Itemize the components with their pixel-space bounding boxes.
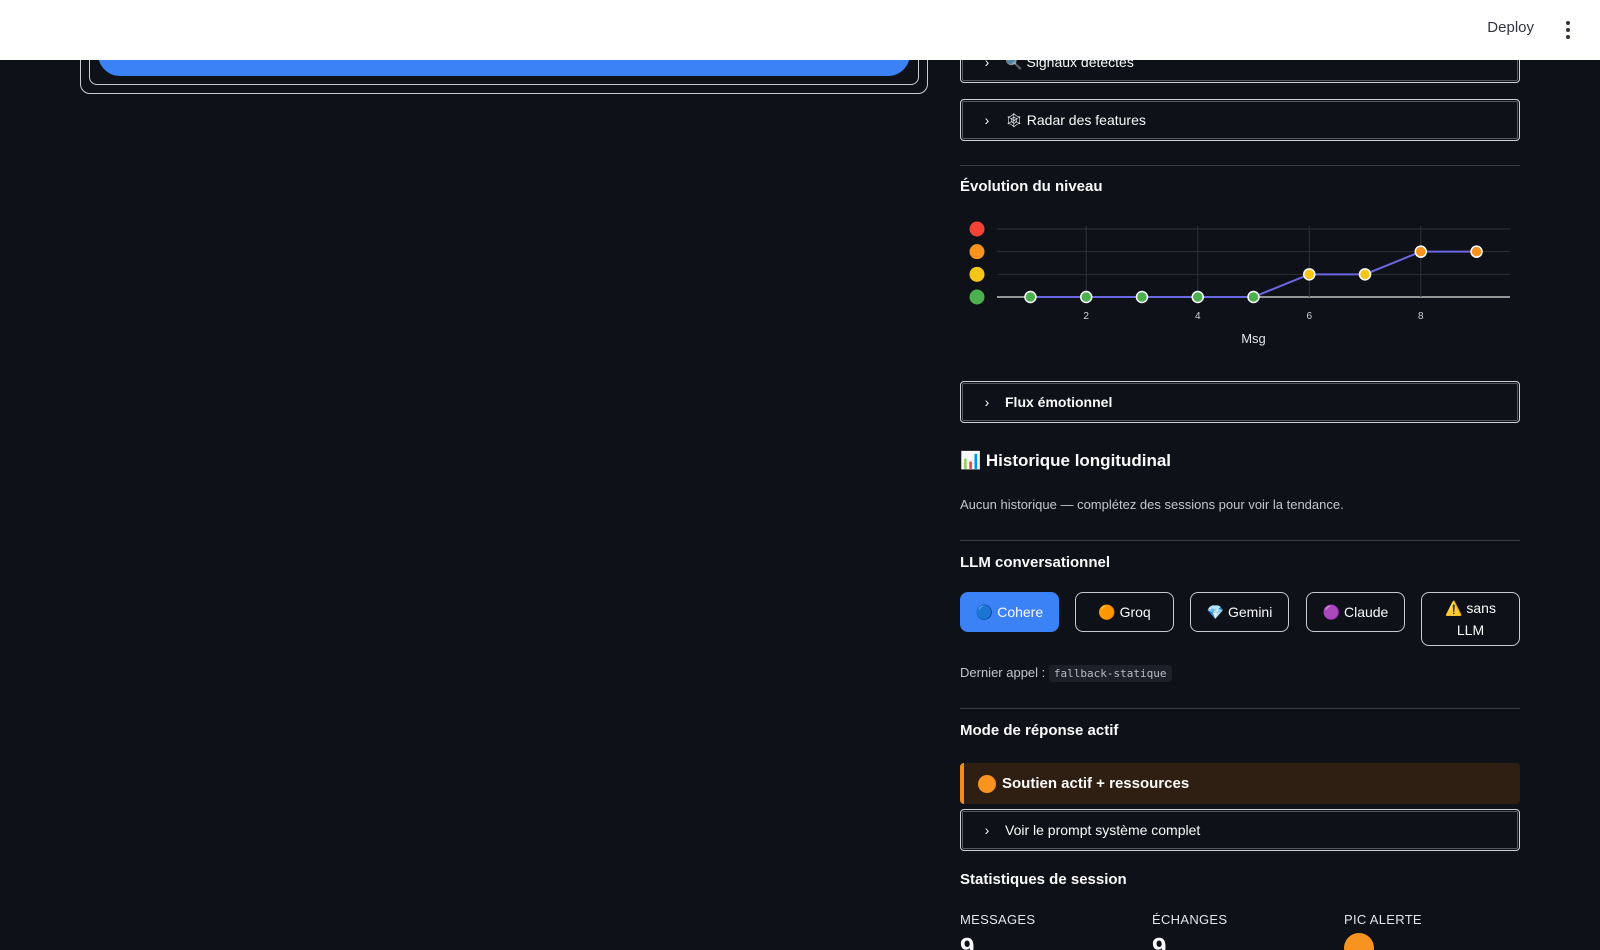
stat-exchanges-label: ÉCHANGES [1152,912,1228,927]
expander-emotional-flow-label: Flux émotionnel [1005,394,1113,410]
blue-circle-icon: 🔵 [975,603,994,620]
chart-data-point [1191,290,1204,304]
stat-messages-label: MESSAGES [960,912,1036,927]
chevron-right-icon: › [984,112,990,128]
chart-data-point [1358,268,1372,281]
last-call: Dernier appel : fallback-statique [960,665,1172,682]
chart-data-point [1414,245,1428,258]
chevron-right-icon: › [984,394,990,410]
chart-data-point [1135,290,1149,304]
chart-data-point [1470,245,1483,258]
expander-system-prompt-label: Voir le prompt système complet [1005,822,1201,838]
response-mode-title: Mode de réponse actif [960,722,1119,739]
history-title-text: Historique longitudinal [985,451,1172,470]
response-mode-text: Soutien actif + ressources [1002,775,1190,792]
history-empty-text: Aucun historique — complétez des session… [960,497,1344,512]
llm-button-groq[interactable]: 🟠 Groq [1075,592,1174,632]
chart-ytick-orange-icon [969,244,985,260]
llm-button-label: Groq [1119,604,1151,620]
expander-radar-label: Radar des features [1026,112,1146,128]
expander-system-prompt[interactable]: › Voir le prompt système complet [960,809,1520,851]
last-call-value: fallback-statique [1048,665,1172,682]
llm-button-cohere[interactable]: 🔵 Cohere [960,592,1059,632]
llm-button-label-line2: LLM [1456,622,1485,638]
chart-data-point [1024,290,1037,304]
purple-circle-icon: 🟣 [1322,603,1341,620]
llm-button-label: Gemini [1227,604,1273,620]
orange-circle-icon: 🟠 [1098,603,1116,620]
chart-xaxis-label: Msg [1241,331,1266,346]
level-evolution-chart: 2 4 6 8 Msg [969,221,1510,346]
chart-ytick-red-icon [969,221,985,237]
llm-button-label: Claude [1343,604,1389,620]
llm-title: LLM conversationnel [960,554,1111,571]
history-title: 📊 Historique longitudinal [960,451,1171,471]
llm-button-gemini[interactable]: 💎 Gemini [1190,592,1289,632]
llm-button-no-llm[interactable]: ⚠️ sans LLM [1421,592,1520,646]
deploy-button[interactable]: Deploy [1487,19,1534,36]
llm-button-claude[interactable]: 🟣 Claude [1306,592,1405,632]
chart-xtick-label: 2 [1083,311,1089,322]
divider [960,165,1520,166]
chart-ytick-yellow-icon [969,266,985,282]
llm-button-label: sans [1466,600,1496,616]
stat-exchanges-value: 9 [1152,932,1167,950]
last-call-label: Dernier appel : [960,665,1046,680]
chart-data-point [1079,290,1093,304]
llm-button-label: Cohere [997,604,1044,620]
warning-icon: ⚠️ [1445,600,1463,616]
divider [960,708,1520,709]
web-icon: 🕸 [1005,111,1023,128]
gem-icon: 💎 [1206,603,1225,620]
stats-title: Statistiques de session [960,871,1127,888]
top-toolbar: Deploy [0,0,1600,60]
llm-button-label-line1: ⚠️ sans [1445,597,1496,619]
chart-data-point [1303,268,1316,281]
chevron-right-icon: › [984,822,990,838]
peak-alert-orange-icon [1344,933,1374,950]
chart-ytick-green-icon [969,289,985,305]
expander-radar[interactable]: › 🕸 Radar des features [960,99,1520,141]
orange-circle-icon [978,774,996,793]
chart-xtick-label: 6 [1306,311,1312,322]
chart-data-point [1247,290,1260,304]
chart-xtick-label: 4 [1195,311,1201,322]
chart-xtick-label: 8 [1418,311,1424,322]
stat-peak-label: PIC ALERTE [1344,912,1422,927]
divider [960,540,1520,541]
expander-emotional-flow[interactable]: › Flux émotionnel [960,381,1520,423]
response-mode-alert: Soutien actif + ressources [960,763,1520,804]
stat-messages-value: 9 [960,932,975,950]
bar-chart-icon: 📊 [960,451,982,470]
level-chart-title: Évolution du niveau [960,178,1103,195]
main-menu-icon[interactable] [1560,18,1576,42]
